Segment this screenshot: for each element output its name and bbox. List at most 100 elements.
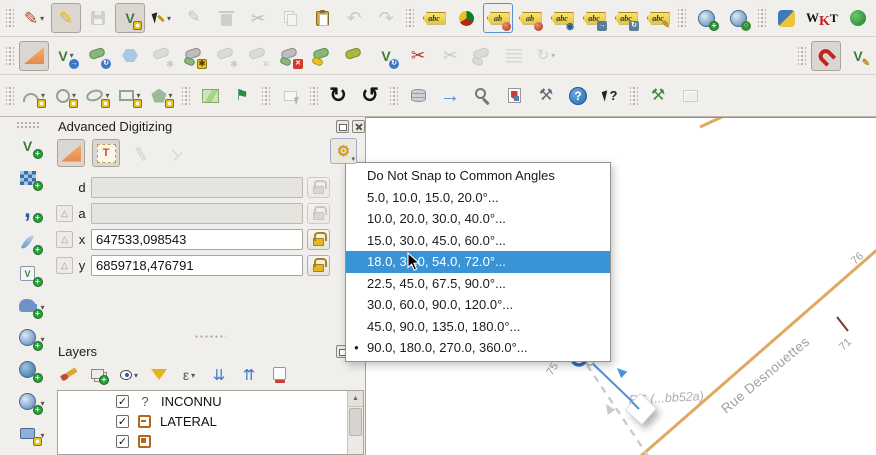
scrollbar[interactable]: ▲ bbox=[347, 391, 363, 454]
whats-this-button[interactable]: ? bbox=[595, 81, 625, 111]
highlight-pinned-labels-button[interactable]: ab bbox=[515, 3, 545, 33]
scrollbar-thumb[interactable] bbox=[349, 408, 362, 436]
layer-checkbox[interactable]: ✓ bbox=[116, 435, 129, 448]
toolbar-handle[interactable] bbox=[678, 7, 686, 29]
float-panel-icon[interactable] bbox=[336, 120, 349, 133]
adv-enable-button[interactable] bbox=[57, 139, 85, 167]
rotate-feature-button[interactable]: ↻ bbox=[83, 41, 113, 71]
delete-part-button[interactable]: ✕ bbox=[275, 41, 305, 71]
help-button[interactable]: ? bbox=[563, 81, 593, 111]
vertex-tool-button[interactable]: ▾ bbox=[147, 3, 177, 33]
refresh-counterclockwise-button[interactable]: ↺ bbox=[355, 81, 385, 111]
db-manager-button[interactable] bbox=[403, 81, 433, 111]
toolbar-handle[interactable] bbox=[262, 85, 270, 107]
menu-item-2[interactable]: 5.0, 10.0, 15.0, 20.0°... bbox=[346, 187, 610, 209]
paste-features-button[interactable] bbox=[307, 3, 337, 33]
change-label-button[interactable]: abc✎ bbox=[643, 3, 673, 33]
menu-item-3[interactable]: 10.0, 20.0, 30.0, 40.0°... bbox=[346, 208, 610, 230]
layer-checkbox[interactable]: ✓ bbox=[116, 415, 129, 428]
current-edits-button[interactable]: ✎▾ bbox=[19, 3, 49, 33]
show-hide-labels-button[interactable]: abc◉ bbox=[547, 3, 577, 33]
layer-checkbox[interactable]: ✓ bbox=[116, 395, 129, 408]
menu-item-8[interactable]: 45.0, 90.0, 135.0, 180.0°... bbox=[346, 316, 610, 338]
wkt-plugin-button[interactable]: WKT bbox=[803, 3, 841, 33]
toolbar-handle[interactable] bbox=[6, 45, 14, 67]
simplify-feature-button[interactable] bbox=[115, 41, 145, 71]
menu-item-5[interactable]: 18.0, 36.0, 54.0, 72.0°... bbox=[346, 251, 610, 273]
pin-unpin-labels-button[interactable]: ab bbox=[483, 3, 513, 33]
split-features-button[interactable]: ✂ bbox=[403, 41, 433, 71]
metasearch-add-service-button[interactable]: + bbox=[691, 3, 721, 33]
add-postgis-layer-button[interactable]: +▾ bbox=[11, 290, 45, 321]
y-input[interactable] bbox=[91, 255, 303, 276]
reverse-line-button[interactable]: V↻ bbox=[371, 41, 401, 71]
python-console-button[interactable] bbox=[771, 3, 801, 33]
layer-item[interactable]: ✓ bbox=[58, 431, 363, 451]
circular-string-tool-button[interactable]: ▾ bbox=[19, 81, 49, 111]
filter-by-expression-button[interactable]: ε▾ bbox=[177, 363, 201, 387]
toolbar-handle[interactable] bbox=[390, 85, 398, 107]
toolbar-handle[interactable] bbox=[630, 85, 638, 107]
lock-x-button[interactable] bbox=[307, 229, 330, 250]
snap-angles-settings-button[interactable]: ⚙ ▾ bbox=[330, 138, 357, 164]
add-wfs-layer-button[interactable]: +▾ bbox=[11, 386, 45, 417]
layer-labeling-options-button[interactable]: abc bbox=[419, 3, 449, 33]
move-feature-button[interactable]: V→▾ bbox=[51, 41, 81, 71]
menu-item-1[interactable]: Do Not Snap to Common Angles bbox=[346, 165, 610, 187]
expand-all-button[interactable]: ⇊ bbox=[207, 363, 231, 387]
refresh-clockwise-button[interactable]: ↻ bbox=[323, 81, 353, 111]
menu-item-4[interactable]: 15.0, 30.0, 45.0, 60.0°... bbox=[346, 230, 610, 252]
rectangle-tool-button[interactable]: ▾ bbox=[115, 81, 145, 111]
toolbar-handle[interactable] bbox=[798, 45, 806, 67]
toolbar-handle[interactable] bbox=[758, 7, 766, 29]
zoom-search-button[interactable] bbox=[467, 81, 497, 111]
move-label-button[interactable]: abc→ bbox=[579, 3, 609, 33]
export-pdf-button[interactable] bbox=[499, 81, 529, 111]
toolbar-handle[interactable] bbox=[310, 85, 318, 107]
add-wms-layer-button[interactable]: +▾ bbox=[11, 322, 45, 353]
add-delimited-text-layer-button[interactable]: ,+ bbox=[11, 194, 45, 225]
digitize-with-segment-button[interactable]: V bbox=[115, 3, 145, 33]
vertex-tool-all-layers-button[interactable]: V✎ bbox=[843, 41, 873, 71]
enable-advanced-digitizing-button[interactable] bbox=[19, 41, 49, 71]
toolbar-handle[interactable] bbox=[6, 85, 14, 107]
toggle-editing-button[interactable]: ✎ bbox=[51, 3, 81, 33]
ellipse-tool-button[interactable]: ▾ bbox=[83, 81, 113, 111]
reshape-features-button[interactable] bbox=[307, 41, 337, 71]
toolbar-handle[interactable] bbox=[182, 85, 190, 107]
add-raster-layer-button[interactable]: + bbox=[11, 162, 45, 193]
collapse-all-button[interactable]: ⇈ bbox=[237, 363, 261, 387]
add-vector-layer-button[interactable]: V+ bbox=[11, 130, 45, 161]
circle-tool-button[interactable]: ▾ bbox=[51, 81, 81, 111]
plugin-green-button[interactable] bbox=[843, 3, 873, 33]
scroll-up-arrow[interactable]: ▲ bbox=[348, 391, 363, 407]
options-toolbox-button[interactable]: ⚒ bbox=[531, 81, 561, 111]
rotate-label-button[interactable]: abc↻ bbox=[611, 3, 641, 33]
new-shapefile-layer-button[interactable]: V+ bbox=[11, 258, 45, 289]
add-virtual-layer-button[interactable]: ▾ bbox=[11, 418, 45, 449]
construction-mode-button[interactable]: T bbox=[92, 139, 120, 167]
menu-item-9[interactable]: ●90.0, 180.0, 270.0, 360.0°... bbox=[346, 337, 610, 359]
open-layer-styling-button[interactable] bbox=[57, 363, 81, 387]
offset-curve-button[interactable] bbox=[339, 41, 369, 71]
layer-item[interactable]: ✓?INCONNU bbox=[58, 391, 363, 411]
toolbar-handle[interactable] bbox=[6, 7, 14, 29]
close-panel-icon[interactable] bbox=[352, 120, 365, 133]
add-part-button[interactable]: ✱ bbox=[179, 41, 209, 71]
menu-item-7[interactable]: 30.0, 60.0, 90.0, 120.0°... bbox=[346, 294, 610, 316]
data-import-button[interactable]: → bbox=[435, 81, 465, 111]
processing-toolbox-button[interactable]: ⚒ bbox=[643, 81, 673, 111]
add-group-button[interactable]: + bbox=[87, 363, 111, 387]
manage-map-themes-button[interactable]: ▾ bbox=[117, 363, 141, 387]
georeferencer-button[interactable] bbox=[195, 81, 225, 111]
menu-item-6[interactable]: 22.5, 45.0, 67.5, 90.0°... bbox=[346, 273, 610, 295]
lock-y-button[interactable] bbox=[307, 255, 330, 276]
enable-snapping-button[interactable] bbox=[811, 41, 841, 71]
add-wcs-layer-button[interactable]: + bbox=[11, 354, 45, 385]
regular-polygon-tool-button[interactable]: ▾ bbox=[147, 81, 177, 111]
annotation-tool-button[interactable]: ⚑ bbox=[227, 81, 257, 111]
layer-item[interactable]: ✓LATERAL bbox=[58, 411, 363, 431]
toolbar-handle[interactable] bbox=[406, 7, 414, 29]
layer-diagram-options-button[interactable] bbox=[451, 3, 481, 33]
panel-splitter-handle[interactable] bbox=[194, 334, 226, 340]
